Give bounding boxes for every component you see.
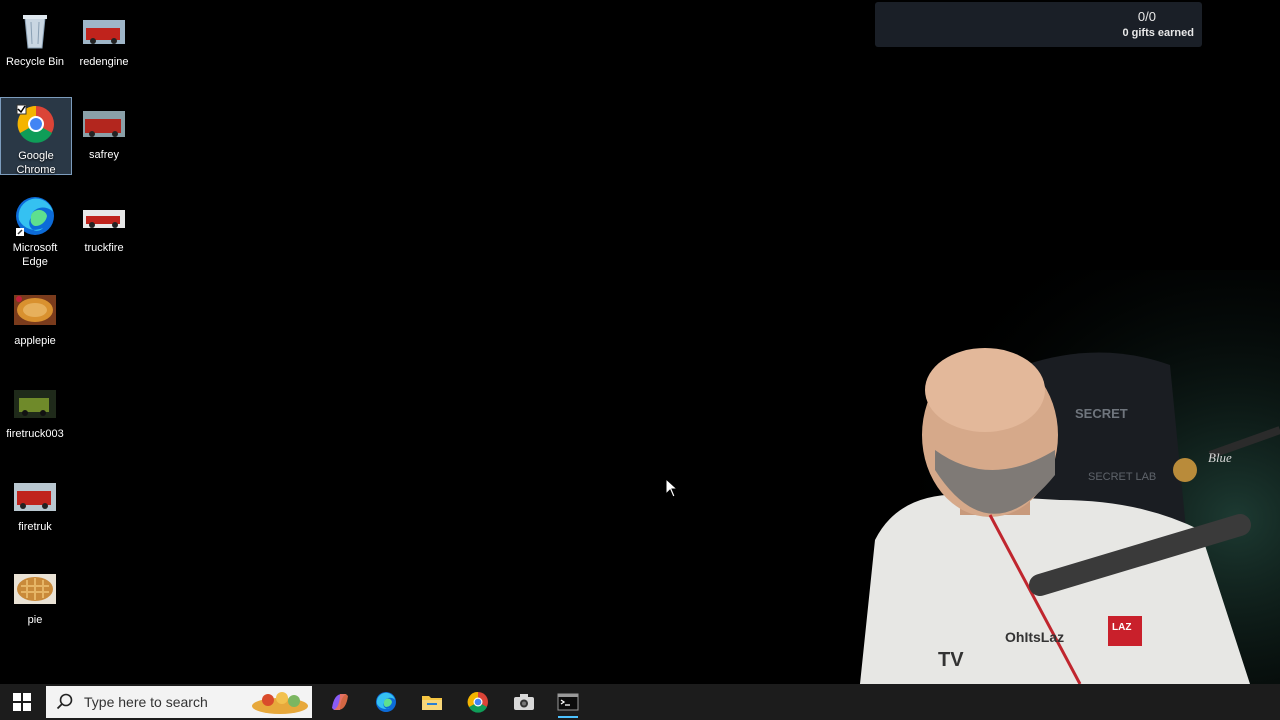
chrome-icon [14, 102, 58, 146]
taskbar-chrome-button[interactable] [458, 686, 498, 718]
windows-logo-icon [13, 693, 31, 711]
gifts-overlay: 0/0 0 gifts earned [875, 2, 1202, 47]
image-thumbnail-icon [13, 473, 57, 517]
desktop-icon-redengine[interactable]: redengine [69, 2, 139, 69]
terminal-icon [557, 693, 579, 711]
taskbar-edge-button[interactable] [366, 686, 406, 718]
desktop-icon-label: truckfire [84, 242, 124, 254]
mouse-cursor-icon [665, 477, 679, 498]
desktop-icon-google-chrome[interactable]: Google Chrome [0, 97, 72, 176]
gifts-count: 0/0 [1137, 9, 1156, 24]
copilot-icon [332, 694, 348, 710]
desktop-icon-firetruk[interactable]: firetruk [0, 467, 70, 534]
desktop-icon-safrey[interactable]: safrey [69, 95, 139, 162]
recycle-bin-icon [13, 8, 57, 52]
desktop-icon-applepie[interactable]: applepie [0, 281, 70, 348]
desktop-icon-firetruck003[interactable]: firetruck003 [0, 374, 70, 441]
image-thumbnail-icon [13, 566, 57, 610]
taskbar-terminal-button[interactable] [548, 686, 588, 718]
webcam-feed: SECRET SECRET LAB OhItsLaz TV LAZ Blue [840, 270, 1280, 685]
desktop-icon-truckfire[interactable]: truckfire [69, 188, 139, 255]
chair-brand-2: SECRET LAB [1088, 471, 1156, 483]
desktop-icon-label: safrey [89, 149, 119, 161]
taskbar-file-explorer-button[interactable] [412, 686, 452, 718]
taskbar-camera-button[interactable] [504, 686, 544, 718]
desktop-icon-label: Recycle Bin [5, 56, 65, 68]
chrome-icon [467, 691, 488, 713]
shirt-logo: TV [938, 649, 964, 671]
desktop-icon-label: firetruk [18, 521, 52, 533]
start-button[interactable] [0, 684, 44, 720]
desktop-icon-label: applepie [14, 335, 56, 347]
shirt-badge: LAZ [1112, 622, 1131, 633]
search-placeholder: Type here to search [84, 694, 208, 710]
desktop-icon-microsoft-edge[interactable]: Microsoft Edge [0, 188, 70, 269]
desktop-icon-label: pie [27, 614, 43, 626]
desktop-icon-recycle-bin[interactable]: Recycle Bin [0, 2, 70, 69]
desktop-icon-label: Microsoft Edge [12, 242, 58, 268]
taskbar-copilot-button[interactable] [320, 686, 360, 718]
desktop: Recycle Bin redengine Google Chrome safr… [0, 0, 1280, 685]
image-thumbnail-icon [13, 380, 57, 424]
chair-brand: SECRET [1075, 406, 1128, 421]
desktop-icon-label: redengine [79, 56, 129, 68]
search-icon [56, 693, 73, 710]
camera-icon [514, 694, 534, 710]
mic-brand: Blue [1208, 450, 1232, 465]
folder-icon [422, 696, 442, 710]
shirt-text: OhItsLaz [1005, 629, 1064, 645]
image-thumbnail-icon [82, 8, 126, 52]
taskbar: Type here to search [0, 684, 1280, 720]
desktop-icon-label: Google Chrome [16, 150, 56, 176]
edge-icon [376, 692, 396, 712]
taskbar-search-box[interactable]: Type here to search [46, 686, 312, 718]
image-thumbnail-icon [82, 101, 126, 145]
edge-icon [13, 194, 57, 238]
search-highlight-icon [252, 692, 308, 714]
gifts-label: 0 gifts earned [1122, 27, 1194, 39]
image-thumbnail-icon [13, 287, 57, 331]
desktop-icon-pie[interactable]: pie [0, 560, 70, 627]
image-thumbnail-icon [82, 194, 126, 238]
desktop-icon-label: firetruck003 [6, 428, 64, 440]
